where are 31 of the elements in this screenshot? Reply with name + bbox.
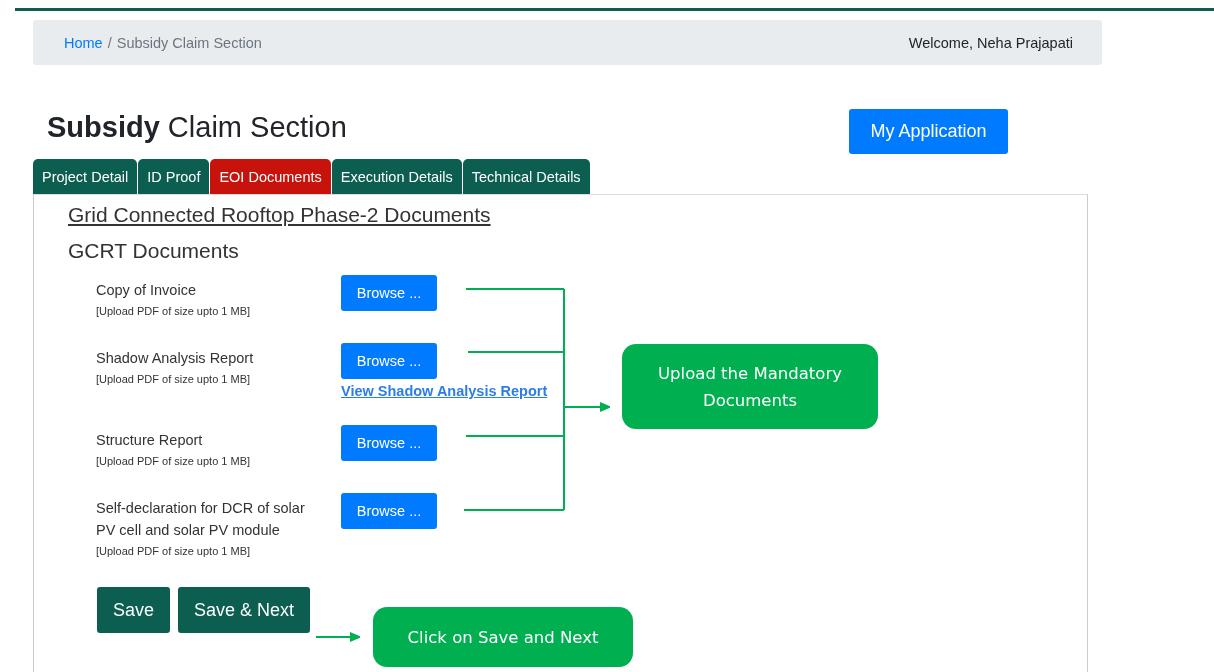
breadcrumb-separator: / <box>107 34 112 51</box>
document-label: Shadow Analysis Report <box>96 349 255 368</box>
document-label: Copy of Invoice <box>96 281 197 300</box>
home-link[interactable]: Home <box>64 34 103 51</box>
upload-callout: Upload the Mandatory Documents <box>622 344 878 429</box>
arrow <box>315 632 362 642</box>
upload-hint: [Upload PDF of size upto 1 MB] <box>96 373 252 385</box>
upload-hint: [Upload PDF of size upto 1 MB] <box>96 455 252 467</box>
document-label: Self-declaration for DCR of solar PV cell and solar PV module <box>96 499 306 540</box>
tab[interactable]: Technical Details <box>462 159 590 194</box>
browse-button[interactable]: Browse ... <box>341 425 437 461</box>
save-button[interactable]: Save <box>97 587 171 633</box>
page-title: Subsidy Claim Section <box>47 111 347 144</box>
welcome-text: Welcome, Neha Prajapati <box>908 34 1073 51</box>
browse-button[interactable]: Browse ... <box>341 343 437 379</box>
tab[interactable]: Execution Details <box>331 159 462 194</box>
save-callout: Click on Save and Next <box>373 607 633 667</box>
subheading: GCRT Documents <box>68 239 240 263</box>
my-application-button[interactable]: My Application <box>849 109 1008 154</box>
breadcrumb-current: Subsidy Claim Section <box>116 34 262 51</box>
tab[interactable]: Project Detail <box>33 159 138 194</box>
tab[interactable]: ID Proof <box>138 159 210 194</box>
upload-hint: [Upload PDF of size upto 1 MB] <box>96 545 252 557</box>
section-heading: Grid Connected Rooftop Phase-2 Documents <box>68 203 492 227</box>
browse-button[interactable]: Browse ... <box>341 493 437 529</box>
view-report-link[interactable]: View Shadow Analysis Report <box>341 383 548 399</box>
browse-button[interactable]: Browse ... <box>341 275 437 311</box>
save-next-button[interactable]: Save & Next <box>178 587 311 633</box>
document-label: Structure Report <box>96 431 204 450</box>
upload-hint: [Upload PDF of size upto 1 MB] <box>96 305 252 317</box>
tab[interactable]: EOI Documents <box>210 159 331 194</box>
